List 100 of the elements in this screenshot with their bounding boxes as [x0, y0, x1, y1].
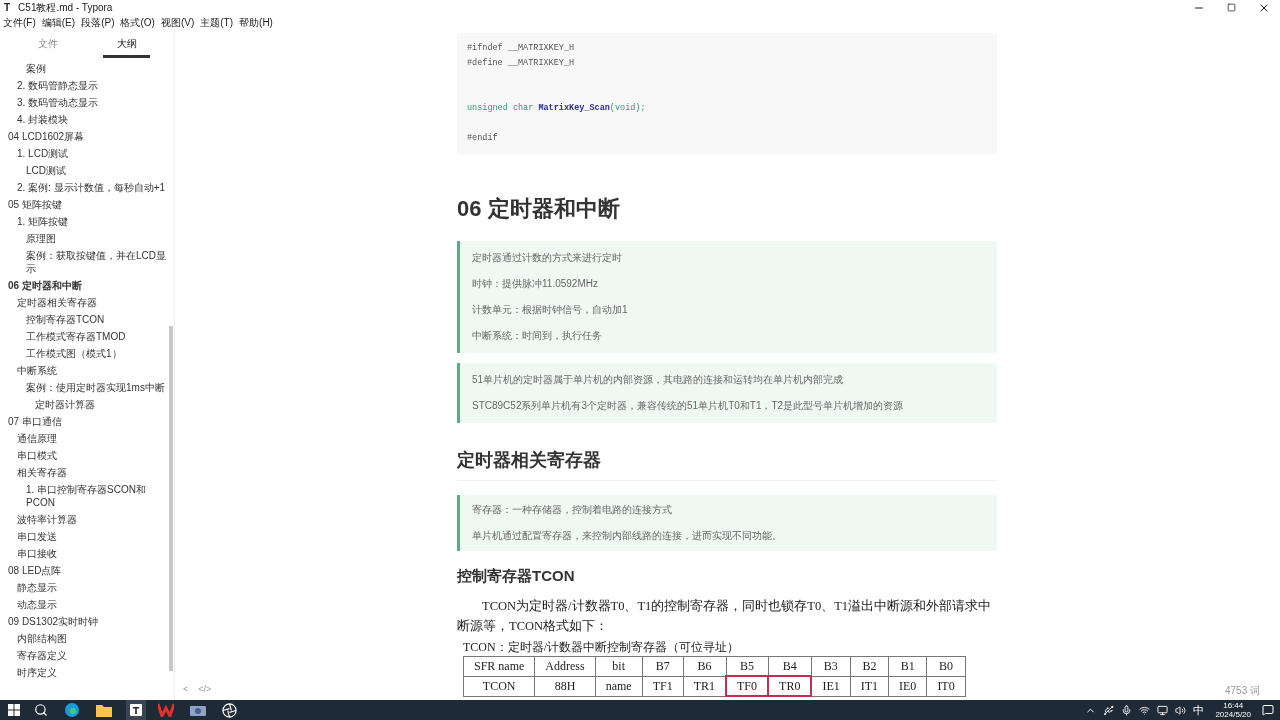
outline-item[interactable]: 08 LED点阵: [0, 562, 174, 579]
outline-item[interactable]: 2. 数码管静态显示: [0, 77, 174, 94]
outline-item[interactable]: 相关寄存器: [0, 464, 174, 481]
table-cell: IT1: [850, 676, 889, 696]
input-method-indicator[interactable]: 中: [1193, 701, 1205, 719]
table-cell: IE1: [811, 676, 851, 696]
quote-text: 定时器通过计数的方式来进行定时: [472, 251, 623, 265]
aperture-icon[interactable]: [222, 702, 237, 718]
outline-item[interactable]: 中断系统: [0, 362, 174, 379]
sidebar-tab[interactable]: 大纲: [103, 36, 150, 58]
browser-icon[interactable]: [64, 702, 80, 718]
menu-item[interactable]: 编辑(E): [38, 15, 79, 30]
quote-text: 单片机通过配置寄存器，来控制内部线路的连接，进而实现不同功能。: [472, 529, 783, 543]
table-cell: SFR name: [463, 656, 535, 676]
code-line: #ifndef __MATRIXKEY_H: [467, 42, 576, 55]
outline-item[interactable]: 通信原理: [0, 430, 174, 447]
outline-item[interactable]: 09 DS1302实时时钟: [0, 613, 174, 630]
outline-item[interactable]: 1. 矩阵按键: [0, 213, 174, 230]
quote-text: 时钟：提供脉冲11.0592MHz: [472, 277, 599, 291]
outline-item[interactable]: 波特率计算器: [0, 511, 174, 528]
outline-item[interactable]: 寄存器定义: [0, 647, 174, 664]
section-heading: 定时器相关寄存器: [457, 447, 997, 481]
table-cell: bit: [595, 656, 643, 676]
heading: 06 定时器和中断: [457, 195, 621, 223]
code-line: unsigned char MatrixKey_Scan(void);: [467, 102, 647, 115]
microphone-icon[interactable]: [1121, 704, 1133, 716]
table-cell: B2: [850, 656, 889, 676]
outline-item[interactable]: 串口模式: [0, 447, 174, 464]
quote-text: 计数单元：根据时钟信号，自动加1: [472, 303, 629, 317]
outline-item[interactable]: 定时器相关寄存器: [0, 294, 174, 311]
menu-item[interactable]: 帮助(H): [236, 15, 276, 30]
outline-item[interactable]: 4. 封装模块: [0, 111, 174, 128]
maximize-icon[interactable]: [1227, 2, 1236, 12]
outline-item[interactable]: 静态显示: [0, 579, 174, 596]
windows-start-icon[interactable]: [8, 704, 20, 716]
table-cell: B5: [726, 656, 769, 676]
outline-item[interactable]: 工作模式图（模式1）: [0, 345, 174, 362]
office-icon[interactable]: [158, 703, 174, 717]
sidebar-tab[interactable]: 文件: [24, 36, 71, 58]
menu-item[interactable]: 文件(F): [0, 15, 39, 30]
app-icon: T: [0, 0, 15, 15]
outline-item[interactable]: 2. 案例: 显示计数值，每秒自动+1: [0, 179, 174, 196]
outline-item[interactable]: 05 矩阵按键: [0, 196, 174, 213]
camera-icon[interactable]: [190, 704, 206, 716]
menu-item[interactable]: 段落(P): [78, 15, 118, 30]
outline-item[interactable]: 原理图: [0, 230, 174, 247]
table-cell: name: [595, 676, 643, 696]
outline-item[interactable]: 案例: [0, 60, 174, 77]
outline-item[interactable]: 定时器计算器: [0, 396, 174, 413]
table-cell: TR0: [768, 676, 812, 696]
table-cell: B7: [642, 656, 684, 676]
paragraph: TCON为定时器/计数器T0、T1的控制寄存器，同时也锁存T0、T1溢出中断源和外部请求中断源等，TCON格式如下：: [457, 597, 993, 635]
table-cell: IE0: [888, 676, 927, 696]
clock[interactable]: 16:44 2024/5/20: [1211, 701, 1255, 719]
usb-icon[interactable]: [1103, 704, 1115, 716]
outline-item[interactable]: LCD测试: [0, 162, 174, 179]
outline-item[interactable]: 案例：获取按键值，并在LCD显示: [0, 247, 174, 277]
table-cell: 88H: [534, 676, 596, 696]
outline-item[interactable]: 1. 串口控制寄存器SCON和PCON: [0, 481, 174, 511]
scrollbar[interactable]: [169, 326, 173, 671]
table-cell: TCON: [463, 676, 535, 696]
outline-item[interactable]: 控制寄存器TCON: [0, 311, 174, 328]
code-line: #endif: [467, 132, 499, 145]
outline-item[interactable]: 串口接收: [0, 545, 174, 562]
menu-item[interactable]: 主题(T): [197, 15, 237, 30]
monitor-icon[interactable]: [1157, 704, 1169, 716]
table-cell: B4: [768, 656, 812, 676]
outline-item[interactable]: 3. 数码管动态显示: [0, 94, 174, 111]
outline-item[interactable]: 07 串口通信: [0, 413, 174, 430]
table-cell: B1: [888, 656, 927, 676]
outline-item[interactable]: 1. LCD测试: [0, 145, 174, 162]
typora-taskbar-icon[interactable]: [126, 700, 146, 720]
outline-item[interactable]: 内部结构图: [0, 630, 174, 647]
table-cell: Address: [534, 656, 596, 676]
outline-item[interactable]: 时序定义: [0, 664, 174, 681]
folder-icon[interactable]: [96, 703, 112, 717]
table-cell: TF1: [642, 676, 684, 696]
outline-item[interactable]: 串口发送: [0, 528, 174, 545]
table-cell: IT0: [926, 676, 966, 696]
table-cell: TF0: [726, 676, 769, 696]
outline-item[interactable]: 06 定时器和中断: [0, 277, 174, 294]
menu-item[interactable]: 格式(O): [117, 15, 158, 30]
menu-item[interactable]: 视图(V): [157, 15, 198, 30]
table-cell: B3: [811, 656, 851, 676]
code-line: #define __MATRIXKEY_H: [467, 57, 576, 70]
volume-icon[interactable]: [1175, 704, 1187, 716]
table-cell: B6: [683, 656, 727, 676]
network-icon[interactable]: [1139, 704, 1151, 716]
outline-item[interactable]: 工作模式寄存器TMOD: [0, 328, 174, 345]
caption: TCON：定时器/计数器中断控制寄存器（可位寻址）: [463, 638, 740, 656]
quote-text: 寄存器：一种存储器，控制着电路的连接方式: [472, 503, 673, 517]
quote-text: 51单片机的定时器属于单片机的内部资源，其电路的连接和运转均在单片机内部完成: [472, 373, 845, 387]
quote-text: 中断系统：时间到，执行任务: [472, 329, 603, 343]
outline-item[interactable]: 动态显示: [0, 596, 174, 613]
outline-item[interactable]: 04 LCD1602屏幕: [0, 128, 174, 145]
search-icon[interactable]: [34, 703, 48, 717]
notifications-icon[interactable]: [1262, 704, 1274, 716]
outline-item[interactable]: 案例：使用定时器实现1ms中断: [0, 379, 174, 396]
table-cell: B0: [926, 656, 966, 676]
subsection-heading: 控制寄存器TCON: [457, 566, 576, 586]
